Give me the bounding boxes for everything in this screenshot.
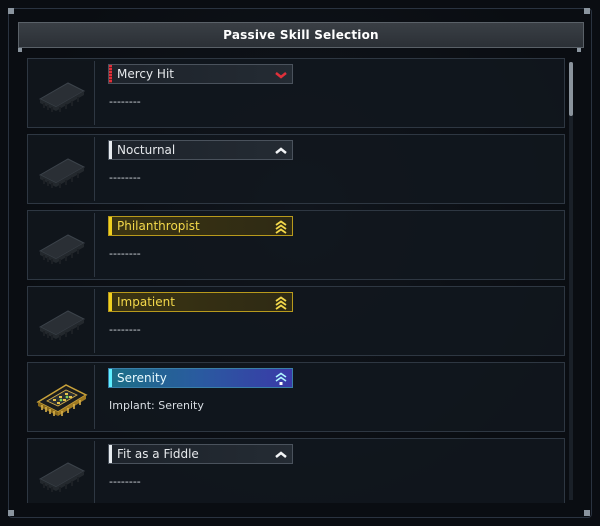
triple-chevron-up-icon xyxy=(275,220,287,234)
skill-name: Fit as a Fiddle xyxy=(117,447,199,461)
skill-row-philanthropist[interactable]: Philanthropist -------- xyxy=(27,210,565,280)
skill-description: -------- xyxy=(109,323,141,336)
skill-description: -------- xyxy=(109,475,141,488)
skill-name-bar: Mercy Hit xyxy=(108,64,293,84)
skill-name-bar: Nocturnal xyxy=(108,140,293,160)
skill-name-bar: Fit as a Fiddle xyxy=(108,444,293,464)
chevron-up-icon xyxy=(275,451,287,458)
skill-name-bar: Philanthropist xyxy=(108,216,293,236)
skill-row-nocturnal[interactable]: Nocturnal -------- xyxy=(27,134,565,204)
rarity-accent xyxy=(109,141,112,159)
skill-name: Impatient xyxy=(117,295,175,309)
rarity-gem-icon xyxy=(275,372,287,385)
skill-name: Philanthropist xyxy=(117,219,200,233)
skill-row-mercy-hit[interactable]: Mercy Hit -------- xyxy=(27,58,565,128)
skill-row-fit-as-a-fiddle[interactable]: Fit as a Fiddle -------- xyxy=(27,438,565,503)
chip-thumbnail xyxy=(30,61,95,125)
skill-description: -------- xyxy=(109,95,141,108)
skill-description: Implant: Serenity xyxy=(109,399,204,412)
rarity-accent xyxy=(109,293,112,311)
empty-chip-icon xyxy=(38,462,86,492)
triple-chevron-up-icon xyxy=(275,296,287,310)
chip-thumbnail xyxy=(30,289,95,353)
empty-chip-icon xyxy=(38,234,86,264)
empty-chip-icon xyxy=(38,82,86,112)
skill-row-serenity[interactable]: Serenity Implant: Serenity xyxy=(27,362,565,432)
rarity-accent xyxy=(109,65,112,83)
frame-corner xyxy=(584,8,590,14)
skill-list: Mercy Hit -------- Nocturnal -------- Ph… xyxy=(27,58,565,503)
frame-corner xyxy=(18,48,22,52)
skill-name: Serenity xyxy=(117,371,167,385)
skill-name-bar: Impatient xyxy=(108,292,293,312)
window-title: Passive Skill Selection xyxy=(18,22,584,48)
frame-corner xyxy=(584,510,590,516)
implant-chip-icon xyxy=(36,384,88,416)
skill-name: Mercy Hit xyxy=(117,67,174,81)
chevron-up-icon xyxy=(275,147,287,154)
skill-row-impatient[interactable]: Impatient -------- xyxy=(27,286,565,356)
rarity-accent xyxy=(109,445,112,463)
frame-corner xyxy=(8,8,14,14)
skill-description: -------- xyxy=(109,171,141,184)
skill-name-bar: Serenity xyxy=(108,368,293,388)
skill-description: -------- xyxy=(109,247,141,260)
rarity-accent xyxy=(109,369,112,387)
frame-corner xyxy=(8,510,14,516)
chip-thumbnail xyxy=(30,213,95,277)
skill-name: Nocturnal xyxy=(117,143,176,157)
chip-thumbnail xyxy=(30,365,95,429)
scrollbar-thumb[interactable] xyxy=(569,62,573,116)
chip-thumbnail xyxy=(30,441,95,503)
skill-list-scrollbar[interactable] xyxy=(569,62,573,500)
chevron-down-icon xyxy=(275,72,287,79)
empty-chip-icon xyxy=(38,310,86,340)
empty-chip-icon xyxy=(38,158,86,188)
frame-corner xyxy=(577,48,581,52)
rarity-accent xyxy=(109,217,112,235)
chip-thumbnail xyxy=(30,137,95,201)
